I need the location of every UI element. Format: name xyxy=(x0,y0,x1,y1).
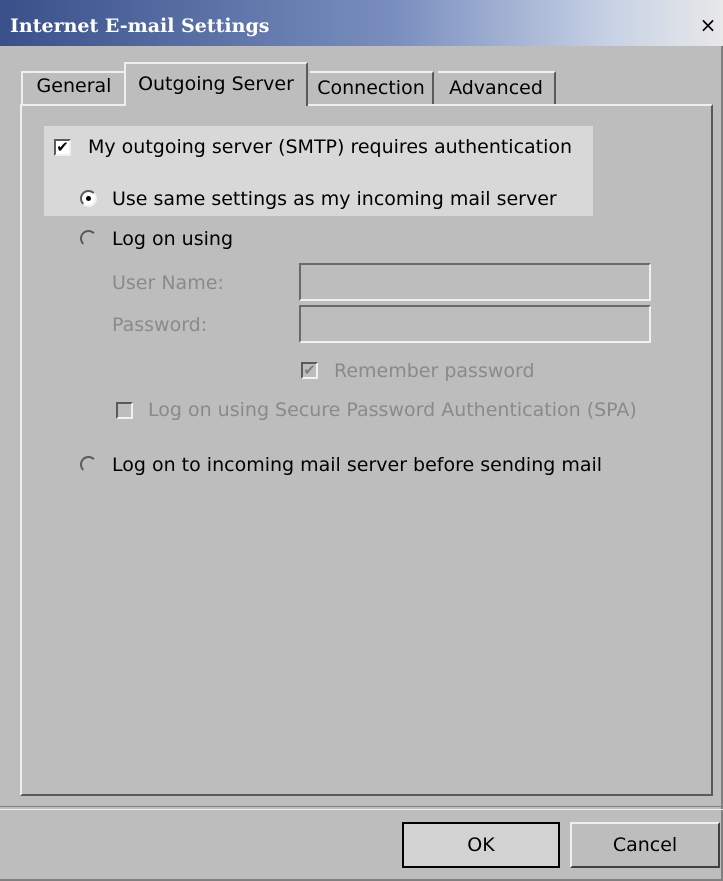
window-title: Internet E-mail Settings xyxy=(10,15,270,37)
password-label: Password: xyxy=(112,314,208,336)
spa-label[interactable]: Log on using Secure Password Authenticat… xyxy=(148,399,637,421)
logon-using-label[interactable]: Log on using xyxy=(112,228,233,250)
internet-email-settings-dialog: Internet E-mail Settings × General Outgo… xyxy=(0,0,723,881)
same-settings-radio[interactable] xyxy=(80,190,97,207)
close-icon[interactable]: × xyxy=(697,14,719,38)
spa-checkbox[interactable] xyxy=(116,402,133,419)
logon-using-radio[interactable] xyxy=(80,230,97,247)
logon-incoming-label[interactable]: Log on to incoming mail server before se… xyxy=(112,454,602,476)
logon-incoming-radio[interactable] xyxy=(80,456,97,473)
remember-password-checkbox[interactable]: ✔ xyxy=(301,362,318,379)
smtp-auth-checkbox[interactable]: ✔ xyxy=(54,139,71,156)
tab-connection[interactable]: Connection xyxy=(310,71,434,105)
title-bar[interactable]: Internet E-mail Settings × xyxy=(0,0,723,46)
username-field[interactable] xyxy=(299,263,651,301)
cancel-button[interactable]: Cancel xyxy=(570,822,720,868)
tab-general[interactable]: General xyxy=(34,71,114,103)
tab-advanced[interactable]: Advanced xyxy=(438,71,556,105)
button-area-divider xyxy=(0,806,723,810)
ok-button[interactable]: OK xyxy=(402,822,560,868)
password-field[interactable] xyxy=(299,305,651,343)
tab-outgoing-server[interactable]: Outgoing Server xyxy=(124,62,308,106)
same-settings-label[interactable]: Use same settings as my incoming mail se… xyxy=(112,188,557,210)
remember-password-label[interactable]: Remember password xyxy=(334,360,535,382)
username-label: User Name: xyxy=(112,272,224,294)
smtp-auth-label[interactable]: My outgoing server (SMTP) requires authe… xyxy=(88,136,572,158)
